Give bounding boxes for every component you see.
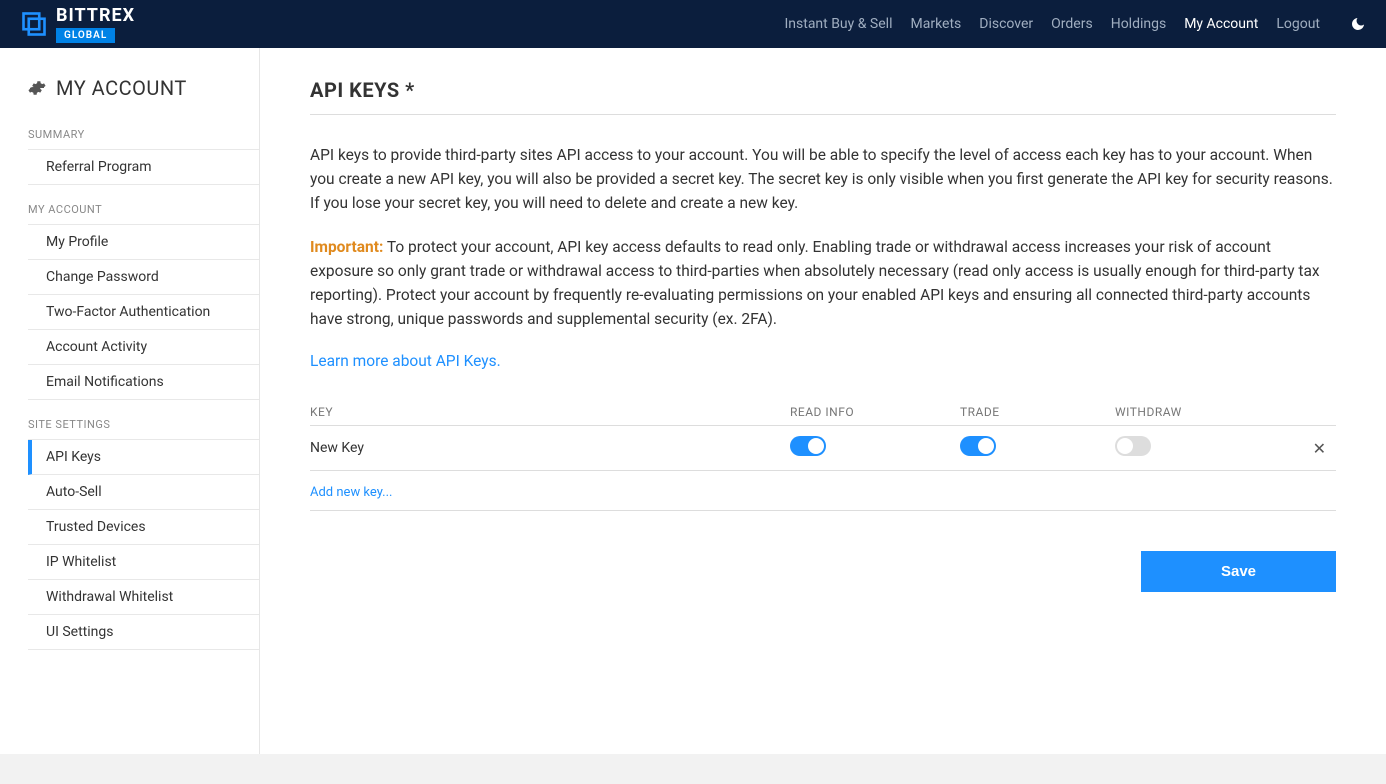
table-row: New Key ✕ xyxy=(310,426,1336,471)
main-nav: Instant Buy & Sell Markets Discover Orde… xyxy=(784,16,1366,32)
bittrex-logo-icon xyxy=(20,10,48,38)
footer xyxy=(0,754,1386,784)
gear-icon xyxy=(28,79,46,97)
table-header-row: KEY READ INFO TRADE WITHDRAW xyxy=(310,405,1336,426)
sidebar-item-ip-whitelist[interactable]: IP Whitelist xyxy=(28,545,259,579)
nav-my-account[interactable]: My Account xyxy=(1184,16,1258,32)
nav-instant-buy-sell[interactable]: Instant Buy & Sell xyxy=(784,16,892,32)
nav-discover[interactable]: Discover xyxy=(979,16,1033,32)
api-keys-table: KEY READ INFO TRADE WITHDRAW New Key xyxy=(310,405,1336,511)
section-account-label: MY ACCOUNT xyxy=(28,203,259,216)
sidebar-item-my-profile[interactable]: My Profile xyxy=(28,225,259,259)
intro-paragraph-2-text: To protect your account, API key access … xyxy=(310,238,1320,328)
toggle-trade[interactable] xyxy=(960,436,996,456)
nav-markets[interactable]: Markets xyxy=(910,16,961,32)
moon-icon xyxy=(1350,16,1366,32)
sidebar: MY ACCOUNT SUMMARY Referral Program MY A… xyxy=(0,48,260,754)
sidebar-item-api-keys[interactable]: API Keys xyxy=(32,440,259,474)
nav-holdings[interactable]: Holdings xyxy=(1111,16,1167,32)
section-summary-label: SUMMARY xyxy=(28,128,259,141)
brand-logo[interactable]: BITTREX GLOBAL xyxy=(20,5,135,43)
sidebar-item-trusted-devices[interactable]: Trusted Devices xyxy=(28,510,259,544)
sidebar-item-referral-program[interactable]: Referral Program xyxy=(28,150,259,184)
top-header: BITTREX GLOBAL Instant Buy & Sell Market… xyxy=(0,0,1386,48)
save-button[interactable]: Save xyxy=(1141,551,1336,592)
sidebar-item-email-notifications[interactable]: Email Notifications xyxy=(28,365,259,399)
important-label: Important: xyxy=(310,238,383,256)
header-read-info: READ INFO xyxy=(790,405,960,419)
nav-orders[interactable]: Orders xyxy=(1051,16,1093,32)
sidebar-item-account-activity[interactable]: Account Activity xyxy=(28,330,259,364)
learn-more-link[interactable]: Learn more about API Keys. xyxy=(310,352,501,370)
section-site-settings-label: SITE SETTINGS xyxy=(28,418,259,431)
delete-key-button[interactable]: ✕ xyxy=(1313,439,1326,458)
theme-toggle[interactable] xyxy=(1350,16,1366,32)
brand-name: BITTREX xyxy=(56,5,135,26)
header-trade: TRADE xyxy=(960,405,1115,419)
brand-badge: GLOBAL xyxy=(56,28,115,43)
page-title: API KEYS * xyxy=(310,78,1336,115)
header-withdraw: WITHDRAW xyxy=(1115,405,1255,419)
header-key: KEY xyxy=(310,405,790,419)
sidebar-item-withdrawal-whitelist[interactable]: Withdrawal Whitelist xyxy=(28,580,259,614)
toggle-read-info[interactable] xyxy=(790,436,826,456)
add-new-key-link[interactable]: Add new key... xyxy=(310,485,392,500)
close-icon: ✕ xyxy=(1313,439,1326,458)
intro-paragraph-2: Important: To protect your account, API … xyxy=(310,235,1336,331)
row-key-name: New Key xyxy=(310,440,790,456)
sidebar-item-two-factor-auth[interactable]: Two-Factor Authentication xyxy=(28,295,259,329)
nav-logout[interactable]: Logout xyxy=(1276,16,1320,32)
sidebar-item-change-password[interactable]: Change Password xyxy=(28,260,259,294)
sidebar-item-ui-settings[interactable]: UI Settings xyxy=(28,615,259,649)
main-content: API KEYS * API keys to provide third-par… xyxy=(260,48,1386,754)
sidebar-title: MY ACCOUNT xyxy=(56,76,187,100)
intro-paragraph-1: API keys to provide third-party sites AP… xyxy=(310,143,1336,215)
toggle-withdraw[interactable] xyxy=(1115,436,1151,456)
sidebar-item-auto-sell[interactable]: Auto-Sell xyxy=(28,475,259,509)
